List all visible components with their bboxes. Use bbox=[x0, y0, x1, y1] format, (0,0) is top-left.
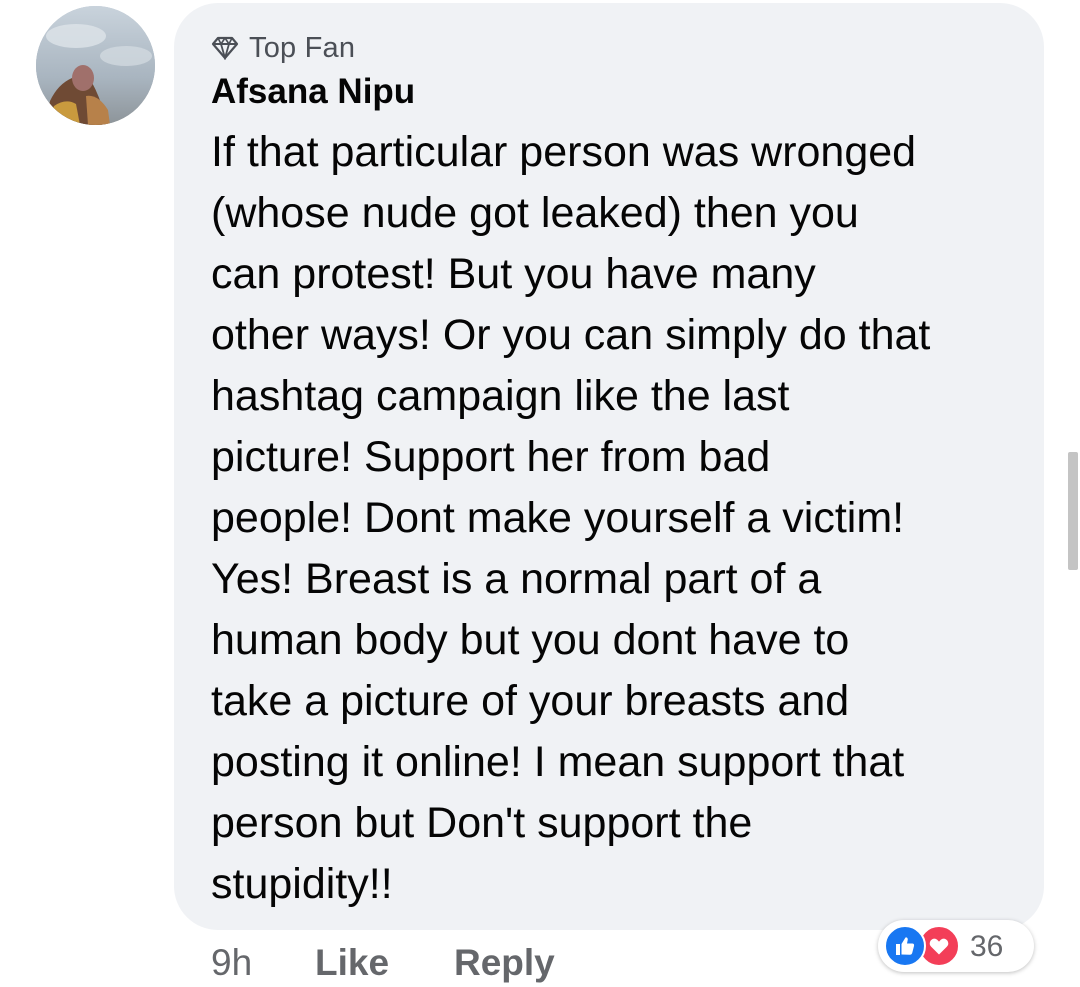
timestamp[interactable]: 9h bbox=[211, 942, 315, 984]
diamond-icon bbox=[211, 36, 239, 60]
avatar[interactable] bbox=[36, 6, 155, 125]
comment-text-line: other ways! Or you can simply do that bbox=[211, 311, 931, 359]
reply-button[interactable]: Reply bbox=[454, 942, 555, 984]
comment-screen: Top Fan Afsana Nipu If that particular p… bbox=[0, 0, 1080, 987]
scrollbar[interactable] bbox=[1068, 452, 1078, 570]
reactions-summary[interactable]: 36 bbox=[878, 920, 1034, 972]
top-fan-badge[interactable]: Top Fan bbox=[211, 30, 355, 66]
avatar-photo bbox=[36, 6, 155, 125]
comment-text-line: can protest! But you have many bbox=[211, 250, 816, 298]
badge-label: Top Fan bbox=[249, 31, 356, 64]
comment-text-line: stupidity!! bbox=[211, 860, 393, 908]
comment-text-line: person but Don't support the bbox=[211, 799, 753, 847]
comment-text-line: take a picture of your breasts and bbox=[211, 677, 850, 725]
like-button[interactable]: Like bbox=[315, 942, 454, 984]
comment-text-line: picture! Support her from bad bbox=[211, 433, 771, 481]
comment-text-line: Yes! Breast is a normal part of a bbox=[211, 555, 822, 603]
comment-text-line: If that particular person was wronged bbox=[211, 128, 917, 176]
comment-text-line: people! Dont make yourself a victim! bbox=[211, 494, 905, 542]
author-name[interactable]: Afsana Nipu bbox=[211, 72, 415, 112]
like-reaction-icon bbox=[884, 925, 926, 967]
comment-actions: 9h Like Reply bbox=[211, 940, 555, 986]
comment-text: If that particular person was wronged (wh… bbox=[211, 122, 1031, 915]
comment-text-line: posting it online! I mean support that bbox=[211, 738, 905, 786]
comment-text-line: hashtag campaign like the last bbox=[211, 372, 790, 420]
reaction-count: 36 bbox=[970, 930, 1004, 963]
comment-text-line: (whose nude got leaked) then you bbox=[211, 189, 859, 237]
comment-text-line: human body but you dont have to bbox=[211, 616, 850, 664]
